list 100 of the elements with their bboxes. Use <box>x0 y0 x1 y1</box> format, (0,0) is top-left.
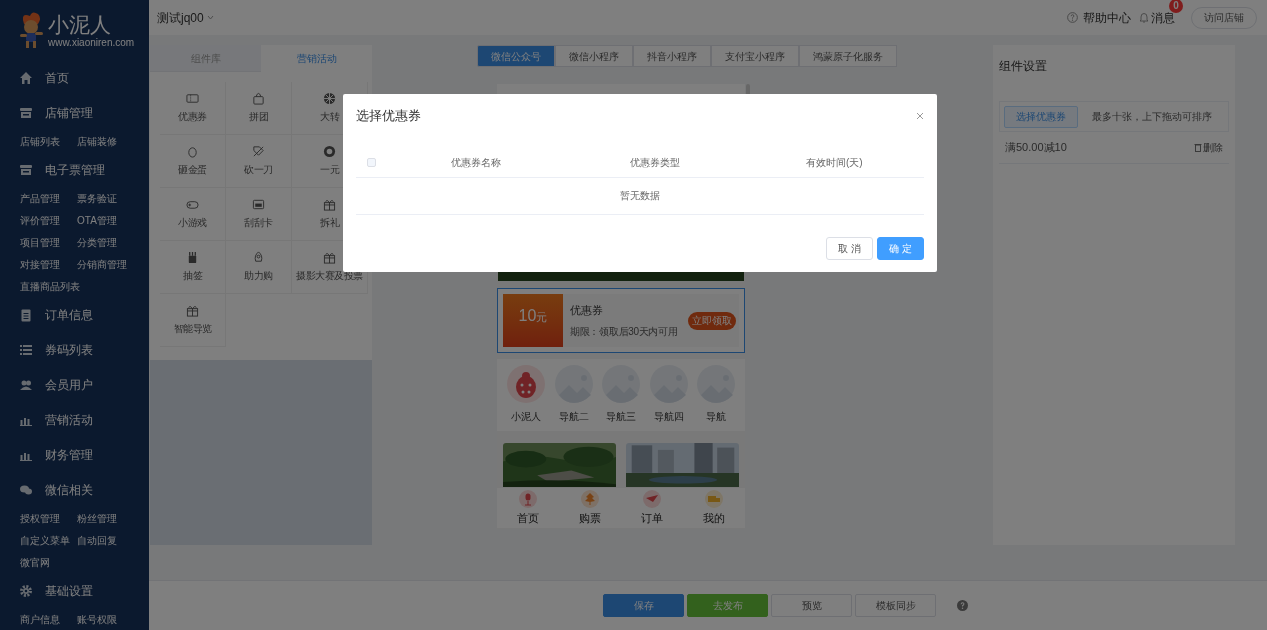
platform-tab[interactable]: 微信公众号 <box>477 45 555 67</box>
component-tile[interactable]: 砸金蛋 <box>160 135 226 188</box>
sidebar-item[interactable]: 财务管理 <box>0 437 149 472</box>
sidebar-link[interactable]: 自定义菜单 <box>20 532 70 548</box>
coin-icon <box>323 145 336 158</box>
nav-label[interactable]: 导航 <box>706 409 726 424</box>
visit-store-button[interactable]: 访问店铺 <box>1191 6 1257 29</box>
column-header: 有效时间(天) <box>805 155 864 170</box>
select-coupon-button[interactable]: 选择优惠券 <box>1004 105 1078 128</box>
close-icon <box>916 111 924 120</box>
sidebar-link[interactable]: 项目管理 <box>20 234 60 250</box>
platform-tab[interactable]: 鸿蒙原子化服务 <box>799 45 897 67</box>
help-link[interactable]: 帮助中心 <box>1067 8 1131 27</box>
help-icon <box>957 600 968 611</box>
nav-label[interactable]: 导航三 <box>606 409 636 424</box>
sidebar-link[interactable]: 账号权限 <box>77 611 117 627</box>
coupon-title: 优惠券 <box>570 302 604 318</box>
component-tile[interactable]: 抽签 <box>160 241 226 294</box>
settings-icon <box>19 583 33 598</box>
wheel-icon <box>323 92 336 105</box>
sidebar-link[interactable]: 店铺列表 <box>20 133 60 149</box>
ladybug-icon <box>507 365 545 403</box>
card-icon <box>252 198 265 211</box>
sidebar-link[interactable]: 分类管理 <box>77 234 117 250</box>
sidebar-link[interactable]: 商户信息 <box>20 611 60 627</box>
bag-icon <box>252 92 265 105</box>
sidebar-link[interactable]: OTA管理 <box>77 212 117 228</box>
store-icon <box>19 105 33 120</box>
sidebar-link[interactable]: 微官网 <box>20 554 50 570</box>
jar-icon <box>186 251 199 264</box>
message-count-badge: 0 <box>1169 0 1183 13</box>
delete-link[interactable]: 删除 <box>1194 140 1223 155</box>
help-icon <box>1067 12 1078 23</box>
sidebar-link[interactable]: 店铺装修 <box>77 133 117 149</box>
sidebar-link[interactable]: 授权管理 <box>20 510 60 526</box>
gift-icon <box>323 198 336 211</box>
bell-icon <box>1139 12 1149 23</box>
phone-tab[interactable]: 首页 <box>497 488 559 528</box>
sidebar-link[interactable]: 票务验证 <box>77 190 117 206</box>
dialog-button[interactable]: 取 消 <box>826 237 873 260</box>
empty-text: 暂无数据 <box>620 189 660 203</box>
gift-icon <box>323 251 336 264</box>
ticket-icon <box>186 92 199 105</box>
sidebar-link[interactable]: 粉丝管理 <box>77 510 117 526</box>
sidebar-item[interactable]: 券码列表 <box>0 332 149 367</box>
claim-button[interactable]: 立即领取 <box>688 311 736 330</box>
gamepad-icon <box>186 198 199 211</box>
list-icon <box>19 342 33 357</box>
logo-url: www.xiaoniren.com <box>48 36 135 48</box>
component-tile[interactable]: 拼团 <box>226 82 292 135</box>
caret-icon <box>206 15 214 20</box>
phone-tab[interactable]: 我的 <box>683 488 745 528</box>
component-tile[interactable]: 小游戏 <box>160 188 226 241</box>
select-all-checkbox[interactable] <box>366 157 376 167</box>
platform-tab[interactable]: 抖音小程序 <box>633 45 711 67</box>
sidebar-link[interactable]: 分销商管理 <box>77 256 127 272</box>
panel-title: 组件设置 <box>999 58 1048 75</box>
sidebar-item[interactable]: 会员用户 <box>0 367 149 402</box>
store-switcher[interactable]: 测试jq00 <box>157 8 214 27</box>
home-icon <box>19 70 33 85</box>
action-button[interactable]: 模板同步 <box>855 594 936 617</box>
component-tile[interactable]: 优惠券 <box>160 82 226 135</box>
phone-tab[interactable]: 购票 <box>559 488 621 528</box>
logo-text: 小泥人 <box>48 12 112 37</box>
sidebar-item[interactable]: 基础设置 <box>0 573 149 608</box>
dialog-button[interactable]: 确 定 <box>877 237 924 260</box>
component-tile[interactable]: 刮刮卡 <box>226 188 292 241</box>
nav-label[interactable]: 小泥人 <box>511 409 541 424</box>
component-tile[interactable]: 助力购 <box>226 241 292 294</box>
sidebar-link[interactable]: 直播商品列表 <box>20 278 80 294</box>
action-button[interactable]: 预览 <box>771 594 852 617</box>
coupon-amount: 10元 <box>518 305 548 326</box>
tag-icon <box>252 145 265 158</box>
sidebar-link[interactable]: 对接管理 <box>20 256 60 272</box>
coupon-block[interactable]: 10元 优惠券 期限：领取后30天内可用 立即领取 <box>497 288 745 353</box>
sidebar-item[interactable]: 店铺管理 <box>0 95 149 130</box>
rocket-icon <box>252 251 265 264</box>
component-tile[interactable]: 智能导览 <box>160 294 226 347</box>
sidebar-item[interactable]: 首页 <box>0 60 149 95</box>
egg-icon <box>186 145 199 158</box>
sidebar-item[interactable]: 订单信息 <box>0 297 149 332</box>
coupon-name: 满50.00减10 <box>1005 140 1067 156</box>
sidebar-item[interactable]: 电子票管理 <box>0 152 149 187</box>
sidebar-item[interactable]: 微信相关 <box>0 472 149 507</box>
trash-icon <box>1194 143 1202 152</box>
column-header: 优惠券类型 <box>629 155 681 170</box>
sidebar-link[interactable]: 评价管理 <box>20 212 60 228</box>
sidebar-link[interactable]: 产品管理 <box>20 190 60 206</box>
platform-tab[interactable]: 支付宝小程序 <box>711 45 799 67</box>
clipboard-icon <box>19 307 33 322</box>
phone-tab[interactable]: 订单 <box>621 488 683 528</box>
store-icon <box>19 162 33 177</box>
sidebar-item[interactable]: 营销活动 <box>0 402 149 437</box>
gift-icon <box>186 304 199 317</box>
truck-icon <box>705 489 723 508</box>
nav-label[interactable]: 导航四 <box>653 409 684 424</box>
sidebar-link[interactable]: 自动回复 <box>77 532 117 548</box>
platform-tab[interactable]: 微信小程序 <box>555 45 633 67</box>
close-button[interactable] <box>916 111 924 120</box>
action-button[interactable]: 保存 <box>603 594 684 617</box>
